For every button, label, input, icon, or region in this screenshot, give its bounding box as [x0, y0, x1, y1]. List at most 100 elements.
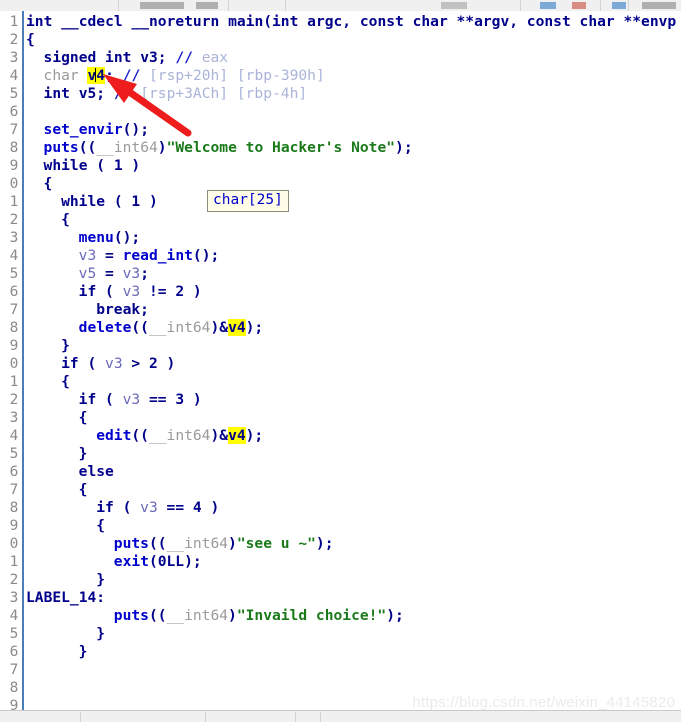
code-line[interactable]: { — [44, 175, 53, 193]
toolbar-glyph-blue[interactable] — [540, 2, 556, 9]
code-token: if ( — [78, 283, 123, 300]
code-line[interactable]: puts((__int64)"Invaild choice!"); — [114, 607, 404, 625]
code-token: if ( — [78, 391, 123, 408]
function-name[interactable]: exit — [114, 553, 149, 570]
function-name[interactable]: menu — [79, 229, 114, 246]
toolbar-glyph-mid[interactable] — [441, 2, 467, 9]
line-number: 2 — [9, 392, 19, 408]
code-token: ; — [140, 265, 149, 282]
code-line[interactable]: v3 = read_int(); — [79, 247, 220, 265]
code-line[interactable]: else — [79, 463, 114, 481]
string-literal: "see u ~" — [236, 535, 316, 552]
line-number: 7 — [9, 662, 19, 678]
code-line[interactable]: puts((__int64)"see u ~"); — [114, 535, 334, 553]
toolbar-separator — [628, 0, 629, 11]
code-line[interactable]: break; — [96, 301, 149, 319]
line-number: 8 — [9, 500, 19, 516]
local-variable[interactable]: v3 — [79, 247, 97, 264]
toolbar-glyph-dropdown[interactable] — [140, 2, 184, 9]
code-line[interactable]: if ( v3 > 2 ) — [61, 355, 175, 373]
code-line[interactable]: { — [61, 373, 70, 391]
function-name[interactable]: puts — [44, 139, 79, 156]
code-line[interactable]: { — [96, 517, 105, 535]
code-line[interactable]: delete((__int64)&v4); — [79, 319, 263, 337]
code-token: { — [61, 373, 70, 390]
code-line[interactable]: if ( v3 == 4 ) — [96, 499, 219, 517]
code-token: = — [96, 247, 123, 264]
code-token: signed int v3; — [43, 49, 176, 66]
code-line[interactable]: edit((__int64)&v4); — [96, 427, 263, 445]
code-line[interactable]: set_envir(); — [44, 121, 149, 139]
toolbar-glyph-right[interactable] — [642, 2, 676, 9]
function-name[interactable]: read_int — [123, 247, 193, 264]
code-line[interactable]: puts((__int64)"Welcome to Hacker's Note"… — [44, 139, 413, 157]
function-name[interactable]: delete — [79, 319, 132, 336]
code-token: int v5; — [43, 85, 114, 102]
line-number: 3 — [9, 50, 19, 66]
code-line[interactable]: v5 = v3; — [79, 265, 149, 283]
code-line[interactable]: exit(0LL); — [114, 553, 202, 571]
code-line[interactable]: { — [79, 409, 88, 427]
code-line[interactable]: int v5; // [rsp+3ACh] [rbp-4h] — [44, 85, 308, 103]
line-number: 0 — [9, 176, 19, 192]
code-token: (0LL); — [148, 553, 202, 570]
line-number: 4 — [9, 428, 19, 444]
code-line[interactable]: char v4; // [rsp+20h] [rbp-390h] — [44, 67, 325, 85]
code-token: )& — [210, 319, 229, 336]
local-variable[interactable]: v5 — [79, 265, 97, 282]
local-variable[interactable]: v3 — [105, 355, 123, 372]
function-name[interactable]: edit — [96, 427, 131, 444]
line-number: 5 — [9, 86, 19, 102]
line-number: 8 — [9, 680, 19, 696]
highlighted-token[interactable]: 4 — [96, 67, 106, 84]
code-line[interactable]: int __cdecl __noreturn main(int argc, co… — [26, 13, 676, 31]
function-name[interactable]: puts — [114, 607, 149, 624]
highlighted-token[interactable]: v4 — [228, 427, 246, 444]
function-name[interactable]: set_envir — [44, 121, 123, 138]
code-line[interactable]: while ( 1 ) — [61, 193, 158, 211]
toolbar-separator — [600, 0, 601, 11]
code-token: } — [96, 571, 106, 588]
code-token: (( — [78, 139, 97, 156]
code-line[interactable]: } — [79, 643, 88, 661]
code-token: break; — [96, 301, 149, 318]
code-line[interactable]: if ( v3 != 2 ) — [79, 283, 202, 301]
code-line[interactable]: signed int v3; // eax — [44, 49, 229, 67]
code-token: (( — [148, 607, 167, 624]
code-line[interactable]: while ( 1 ) — [44, 157, 141, 175]
code-line[interactable]: } — [79, 445, 88, 463]
string-literal: "Invaild choice!" — [236, 607, 387, 624]
line-number: 8 — [9, 320, 19, 336]
code-token: (); — [113, 229, 141, 246]
toolbar-glyph-red[interactable] — [572, 2, 586, 9]
code-line[interactable]: { — [79, 481, 88, 499]
line-number-gutter: 1234567890123456789012345678901234567890 — [0, 11, 22, 710]
code-token: { — [26, 31, 35, 48]
code-line[interactable]: LABEL_14: — [26, 589, 105, 607]
code-line[interactable]: if ( v3 == 3 ) — [79, 391, 202, 409]
code-token: > 2 ) — [122, 355, 176, 372]
toolbar-glyph-blue2[interactable] — [612, 2, 626, 9]
line-number: 9 — [9, 518, 19, 534]
code-token: == 3 ) — [140, 391, 202, 408]
code-line[interactable]: } — [61, 337, 70, 355]
highlighted-token[interactable]: v4 — [228, 319, 246, 336]
code-line[interactable]: menu(); — [79, 229, 141, 247]
code-token: __int64 — [148, 319, 211, 336]
function-name[interactable]: puts — [114, 535, 149, 552]
code-token: { — [96, 517, 106, 534]
code-line[interactable]: { — [61, 211, 70, 229]
code-token: )& — [210, 427, 229, 444]
code-line[interactable]: { — [26, 31, 35, 49]
local-variable[interactable]: v3 — [140, 499, 158, 516]
pseudocode-pane[interactable]: 1234567890123456789012345678901234567890… — [0, 11, 681, 710]
code-line[interactable]: } — [96, 625, 105, 643]
code-text-area[interactable]: int __cdecl __noreturn main(int argc, co… — [26, 11, 681, 710]
comment: eax — [192, 49, 229, 66]
local-variable[interactable]: v3 — [123, 265, 141, 282]
local-variable[interactable]: v3 — [123, 391, 141, 408]
toolbar-glyph-text[interactable] — [196, 2, 218, 9]
code-token: ); — [395, 139, 413, 156]
code-line[interactable]: } — [96, 571, 105, 589]
local-variable[interactable]: v3 — [123, 283, 141, 300]
